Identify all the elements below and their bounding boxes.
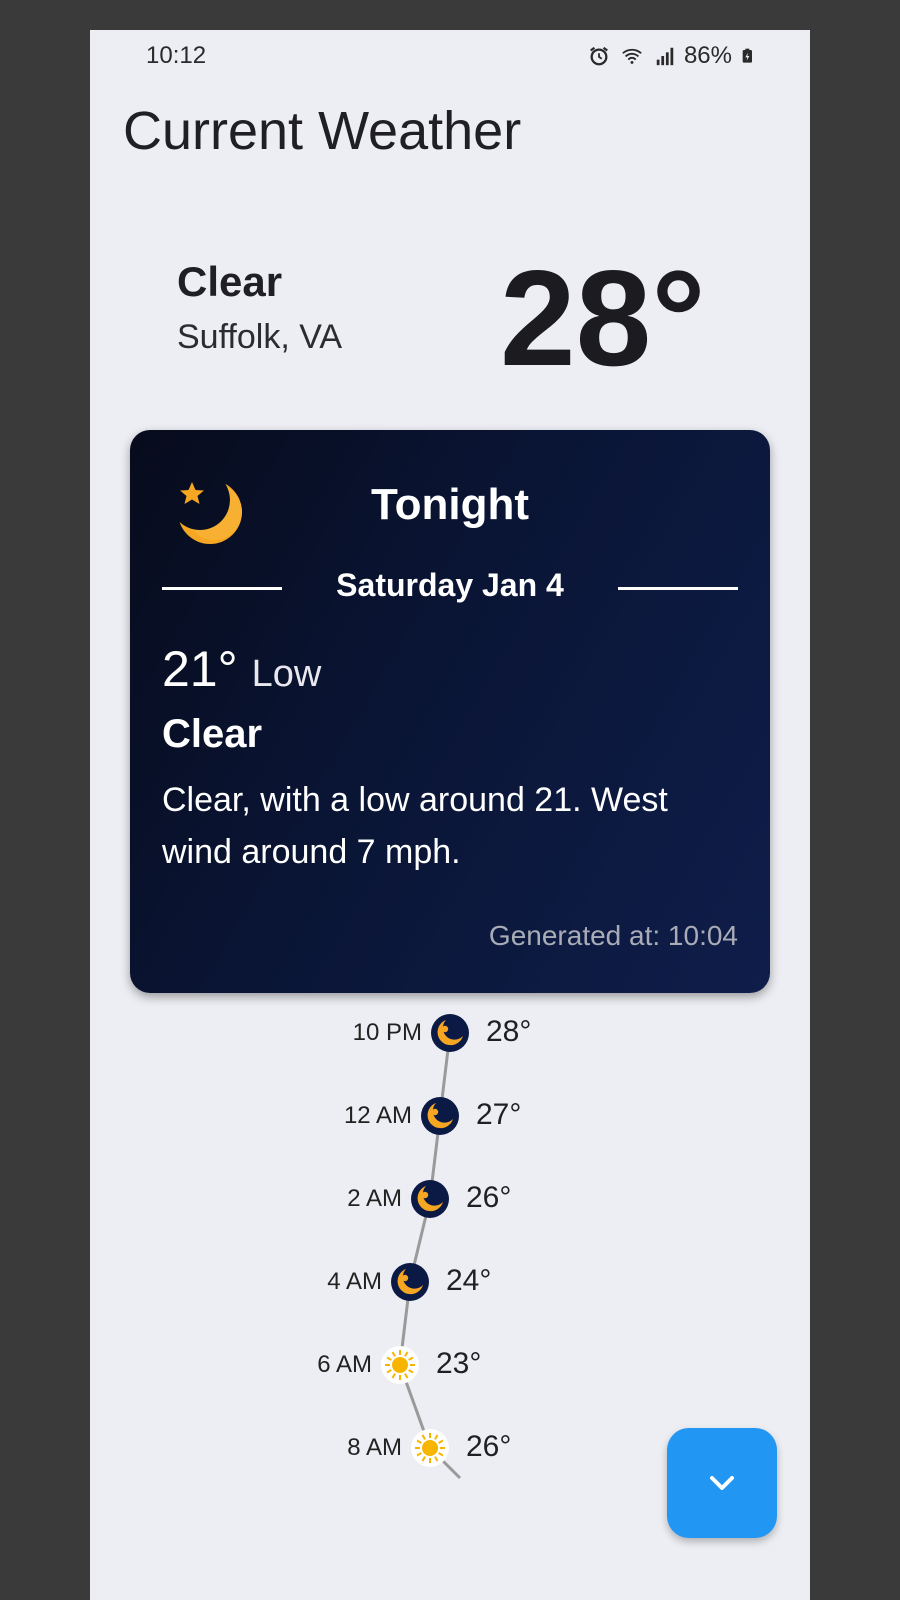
hour-time-label: 2 AM [347,1185,402,1212]
hour-temp-label: 23° [436,1347,482,1380]
low-temperature: 21° [162,641,238,697]
hour-time-label: 6 AM [317,1351,372,1378]
hour-temp-label: 26° [466,1181,512,1214]
forecast-card[interactable]: Tonight Saturday Jan 4 21° Low Clear Cle… [130,430,770,993]
battery-charging-icon [742,48,752,63]
moon-icon [431,1014,469,1052]
status-bar: 10:12 86% [90,30,810,84]
hour-temp-label: 24° [446,1264,492,1297]
divider-line-right [618,587,738,590]
phone-screen: 10:12 86% Current Weather Clear Suffolk,… [90,30,810,1600]
battery-percent: 86% [683,42,732,69]
current-condition: Clear [177,258,283,305]
hour-temp-label: 26° [466,1430,512,1463]
moon-icon [391,1263,429,1301]
sun-icon [381,1346,419,1384]
current-location: Suffolk, VA [177,318,343,356]
page-title: Current Weather [123,101,522,161]
hour-time-label: 4 AM [327,1268,382,1295]
status-icons: 86% [588,42,756,70]
status-time: 10:12 [146,42,207,69]
hour-time-label: 10 PM [352,1019,422,1046]
wifi-icon [622,48,642,64]
hour-time-label: 8 AM [347,1434,402,1461]
card-date: Saturday Jan 4 [336,567,564,603]
moon-icon [411,1180,449,1218]
low-temperature-row: 21° Low [162,640,321,698]
hour-temp-label: 28° [486,1015,532,1048]
chevron-down-icon [710,1476,734,1490]
alarm-icon [590,46,608,66]
card-title: Tonight [371,480,529,529]
hour-time-label: 12 AM [343,1102,412,1129]
moon-icon [421,1097,459,1135]
generated-time: Generated at: 10:04 [488,920,738,951]
low-label: Low [251,653,322,695]
card-condition: Clear [162,712,263,756]
sun-icon [411,1429,449,1467]
hour-temp-label: 27° [476,1098,522,1131]
card-description: Clear, with a low around 21. West wind a… [162,781,668,871]
signal-icon [656,47,674,66]
current-temperature: 28° [500,242,706,394]
scroll-down-button[interactable] [667,1428,777,1538]
date-divider: Saturday Jan 4 [162,567,738,607]
